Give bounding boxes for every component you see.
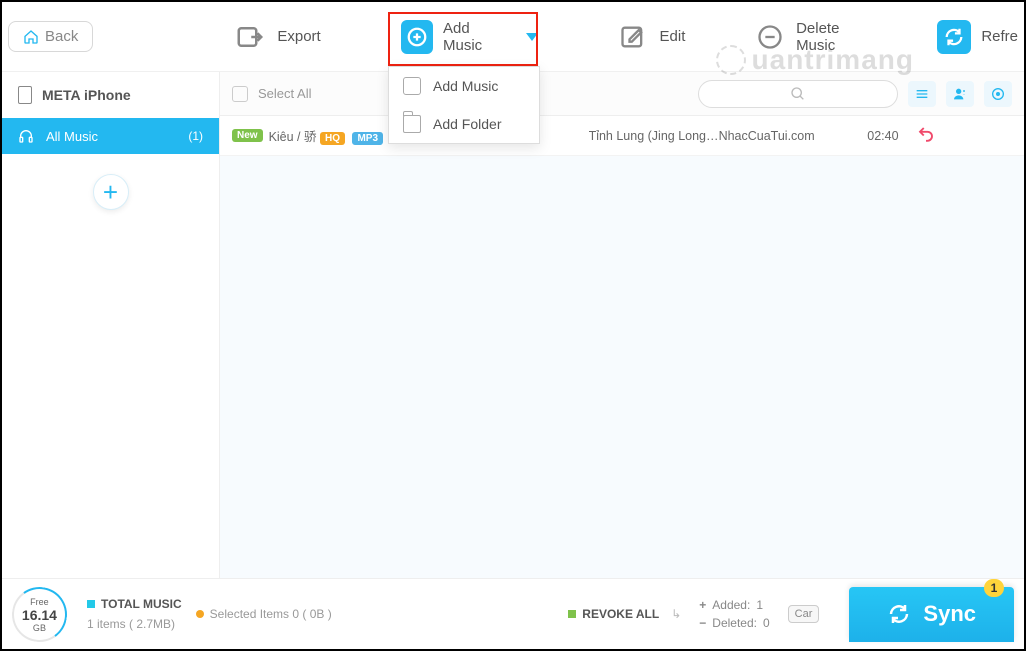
change-counts: + Added: 1 −Deleted: 0 [699, 598, 769, 630]
refresh-icon [937, 20, 971, 54]
sidebar-item-all-music[interactable]: All Music (1) [2, 118, 219, 154]
header-right-tools [698, 80, 1012, 108]
added-label: Added: [712, 598, 750, 612]
list-icon [914, 86, 930, 102]
track-artist: Tỉnh Lung (Jing Long),... [589, 129, 719, 143]
add-music-icon [401, 20, 433, 54]
add-category-button[interactable]: + [93, 174, 129, 210]
total-music-label: TOTAL MUSIC [101, 597, 182, 611]
revoke-all-button[interactable]: REVOKE ALL [568, 607, 659, 621]
disc-view-button[interactable] [984, 81, 1012, 107]
undo-icon [917, 125, 935, 143]
added-count: 1 [756, 598, 763, 612]
edit-icon [616, 20, 650, 54]
footer-right: REVOKE ALL ↳ + Added: 1 −Deleted: 0 Car S… [568, 587, 1014, 642]
back-button[interactable]: Back [8, 21, 93, 52]
track-duration: 02:40 [839, 129, 899, 143]
list-header: Select All [220, 72, 1024, 116]
refresh-button[interactable]: Refre [937, 20, 1018, 54]
badge-hq: HQ [320, 132, 345, 145]
device-name: META iPhone [42, 87, 131, 103]
file-icon [403, 77, 421, 95]
export-icon [233, 20, 267, 54]
content-area: Select All New Kiêu / 骄 HQ MP3 Tỉnh Lung… [220, 72, 1024, 578]
sync-label: Sync [923, 601, 976, 627]
revoke-arrow-icon: ↳ [671, 607, 681, 621]
deleted-count: 0 [763, 616, 770, 630]
storage-free-label: Free [22, 596, 57, 606]
select-all-label: Select All [258, 86, 311, 101]
home-icon [23, 29, 39, 45]
disc-icon [990, 86, 1006, 102]
sync-badge: 1 [984, 579, 1004, 597]
plus-icon: + [699, 598, 706, 612]
sidebar: META iPhone All Music (1) + [2, 72, 220, 578]
storage-free-unit: GB [22, 622, 57, 632]
search-input[interactable] [698, 80, 898, 108]
contact-view-button[interactable] [946, 81, 974, 107]
sidebar-item-label: All Music [46, 129, 98, 144]
delete-music-button[interactable]: Delete Music [753, 20, 879, 54]
sidebar-item-count: (1) [188, 129, 203, 143]
revoke-label: REVOKE ALL [582, 607, 659, 621]
dropdown-add-music[interactable]: Add Music [389, 67, 539, 105]
list-view-button[interactable] [908, 81, 936, 107]
track-title-text: Kiêu / 骄 [269, 130, 317, 144]
total-music-block: TOTAL MUSIC 1 items ( 2.7MB) [87, 597, 182, 631]
headphones-icon [18, 128, 34, 144]
select-all-checkbox[interactable] [232, 86, 248, 102]
storage-free-value: 16.14 [22, 606, 57, 622]
device-row[interactable]: META iPhone [2, 72, 219, 118]
track-row[interactable]: New Kiêu / 骄 HQ MP3 Tỉnh Lung (Jing Long… [220, 116, 1024, 156]
track-album: NhacCuaTui.com [719, 129, 839, 143]
dot-green-icon [568, 610, 576, 618]
search-icon [790, 86, 806, 102]
undo-button[interactable] [917, 125, 935, 146]
sync-icon [887, 602, 911, 626]
footer: Free 16.14 GB TOTAL MUSIC 1 items ( 2.7M… [2, 578, 1024, 649]
add-music-dropdown: Add Music Add Folder [388, 66, 540, 144]
dropdown-add-folder-label: Add Folder [433, 116, 501, 132]
dropdown-add-music-label: Add Music [433, 78, 498, 94]
badge-mp3: MP3 [352, 132, 383, 145]
plus-icon: + [103, 177, 118, 208]
phone-icon [18, 86, 32, 104]
edit-button[interactable]: Edit [616, 20, 686, 54]
chevron-down-icon[interactable] [526, 33, 538, 41]
selected-text: Selected Items 0 ( 0B ) [210, 607, 332, 621]
dot-cyan-icon [87, 600, 95, 608]
selected-block: Selected Items 0 ( 0B ) [196, 607, 332, 621]
refresh-label: Refre [981, 28, 1018, 45]
dot-orange-icon [196, 610, 204, 618]
deleted-label: Deleted: [712, 616, 757, 630]
add-music-button[interactable]: Add Music [401, 20, 538, 54]
items-text: 1 items ( 2.7MB) [87, 617, 182, 631]
export-label: Export [277, 28, 320, 45]
add-music-label: Add Music [443, 20, 510, 54]
back-label: Back [45, 28, 78, 45]
sync-button[interactable]: Sync 1 [849, 587, 1014, 642]
dropdown-add-folder[interactable]: Add Folder [389, 105, 539, 143]
edit-label: Edit [660, 28, 686, 45]
person-icon [952, 86, 968, 102]
delete-icon [753, 20, 786, 54]
cancel-button[interactable]: Car [788, 605, 820, 623]
minus-icon: − [699, 616, 706, 630]
delete-music-label: Delete Music [796, 20, 879, 54]
folder-icon [403, 115, 421, 133]
toolbar: Back Export Add Music Edit Delete Music … [2, 2, 1024, 72]
storage-gauge: Free 16.14 GB [8, 583, 71, 646]
export-button[interactable]: Export [233, 20, 320, 54]
badge-new: New [232, 129, 263, 142]
